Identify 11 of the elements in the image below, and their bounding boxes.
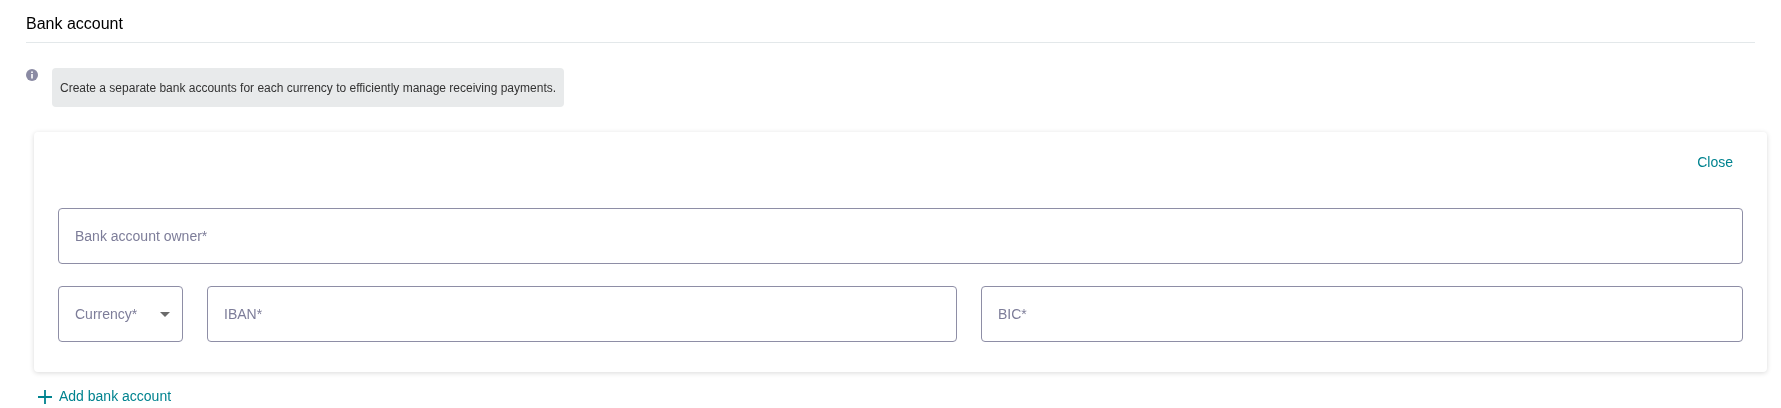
info-message: Create a separate bank accounts for each currency to efficiently manage receiving payments. <box>52 68 565 107</box>
owner-field[interactable]: Bank account owner* <box>58 208 1743 264</box>
section-title: Bank account <box>26 15 123 32</box>
add-bank-account-button[interactable]: Add bank account <box>38 386 172 407</box>
info-icon <box>26 69 38 81</box>
iban-field[interactable]: IBAN* <box>207 286 957 342</box>
caret-icon <box>160 311 170 317</box>
bic-field[interactable]: BIC* <box>981 286 1743 342</box>
plus-icon <box>38 389 52 404</box>
close-link[interactable]: Close <box>1697 152 1733 173</box>
currency-dropdown[interactable]: Currency* <box>58 286 183 342</box>
